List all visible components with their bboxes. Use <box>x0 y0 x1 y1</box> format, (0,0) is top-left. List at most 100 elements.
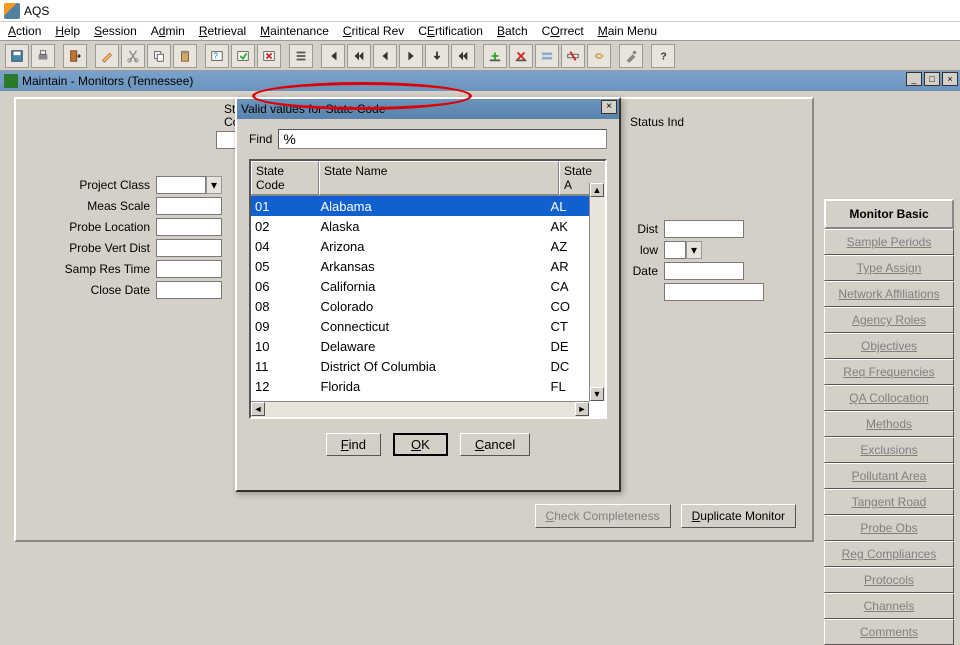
copy-icon[interactable] <box>147 44 171 68</box>
side-btn-objectives[interactable]: Objectives <box>824 333 954 359</box>
side-button-panel: Monitor Basic Sample PeriodsType AssignN… <box>824 199 954 645</box>
label-samp-res: Samp Res Time <box>16 262 156 276</box>
java-icon <box>4 3 20 19</box>
query-cancel-icon[interactable] <box>257 44 281 68</box>
mdi-close-button[interactable]: × <box>942 72 958 86</box>
check-completeness-button[interactable]: Check Completeness <box>535 504 671 528</box>
query-execute-icon[interactable] <box>231 44 255 68</box>
prev-record-icon[interactable] <box>373 44 397 68</box>
mdi-maximize-button[interactable]: □ <box>924 72 940 86</box>
scroll-down-icon[interactable]: ▼ <box>590 387 604 401</box>
menu-session[interactable]: Session <box>94 24 137 38</box>
vertical-scrollbar[interactable]: ▲ ▼ <box>589 183 605 401</box>
next-set-icon[interactable] <box>451 44 475 68</box>
samp-res-field[interactable] <box>156 260 222 278</box>
list-row[interactable]: 10DelawareDE <box>251 336 589 356</box>
menu-certification[interactable]: CErtification <box>418 24 483 38</box>
help-icon[interactable]: ? <box>651 44 675 68</box>
horizontal-scrollbar[interactable]: ◄ ► <box>251 401 589 417</box>
menu-maintenance[interactable]: Maintenance <box>260 24 329 38</box>
next-record-icon[interactable] <box>399 44 423 68</box>
side-btn-methods[interactable]: Methods <box>824 411 954 437</box>
clear-record-icon[interactable] <box>561 44 585 68</box>
meas-scale-field[interactable] <box>156 197 222 215</box>
menu-action[interactable]: Action <box>8 24 41 38</box>
side-btn-probe-obs[interactable]: Probe Obs <box>824 515 954 541</box>
query-enter-icon[interactable]: ? <box>205 44 229 68</box>
label-meas-scale: Meas Scale <box>16 199 156 213</box>
side-btn-sample-periods[interactable]: Sample Periods <box>824 229 954 255</box>
prev-set-icon[interactable] <box>347 44 371 68</box>
side-btn-tangent-road[interactable]: Tangent Road <box>824 489 954 515</box>
first-record-icon[interactable] <box>321 44 345 68</box>
cut-icon[interactable] <box>121 44 145 68</box>
menu-correct[interactable]: COrrect <box>542 24 584 38</box>
list-row[interactable]: 08ColoradoCO <box>251 296 589 316</box>
side-btn-channels[interactable]: Channels <box>824 593 954 619</box>
list-row[interactable]: 06CaliforniaCA <box>251 276 589 296</box>
scroll-right-icon[interactable]: ► <box>575 402 589 416</box>
save-icon[interactable] <box>5 44 29 68</box>
side-btn-agency-roles[interactable]: Agency Roles <box>824 307 954 333</box>
project-class-dropdown[interactable]: ▾ <box>206 176 222 194</box>
col-header-name[interactable]: State Name <box>319 161 559 195</box>
side-btn-protocols[interactable]: Protocols <box>824 567 954 593</box>
side-btn-qa-collocation[interactable]: QA Collocation <box>824 385 954 411</box>
col-header-code[interactable]: State Code <box>251 161 319 195</box>
print-icon[interactable] <box>31 44 55 68</box>
extra-field[interactable] <box>664 283 764 301</box>
menu-batch[interactable]: Batch <box>497 24 528 38</box>
label-probe-vert: Probe Vert Dist <box>16 241 156 255</box>
tools-icon[interactable] <box>619 44 643 68</box>
side-btn-comments[interactable]: Comments <box>824 619 954 645</box>
list-row[interactable]: 12FloridaFL <box>251 376 589 396</box>
exit-icon[interactable] <box>63 44 87 68</box>
lov-close-button[interactable]: × <box>601 100 617 114</box>
duplicate-record-icon[interactable] <box>535 44 559 68</box>
side-btn-reg-compliances[interactable]: Reg Compliances <box>824 541 954 567</box>
list-row[interactable]: 05ArkansasAR <box>251 256 589 276</box>
close-date-field[interactable] <box>156 281 222 299</box>
probe-location-field[interactable] <box>156 218 222 236</box>
scroll-up-icon[interactable]: ▲ <box>590 183 604 197</box>
menu-critical-rev[interactable]: Critical Rev <box>343 24 404 38</box>
low-field[interactable] <box>664 241 686 259</box>
insert-record-icon[interactable] <box>483 44 507 68</box>
delete-record-icon[interactable] <box>509 44 533 68</box>
find-input[interactable] <box>278 129 607 149</box>
lov-list-body[interactable]: 01AlabamaAL02AlaskaAK04ArizonaAZ05Arkans… <box>251 196 589 414</box>
probe-vert-field[interactable] <box>156 239 222 257</box>
svg-text:?: ? <box>214 51 219 60</box>
duplicate-monitor-button[interactable]: Duplicate Monitor <box>681 504 796 528</box>
ok-button[interactable]: OK <box>393 433 448 456</box>
project-class-field[interactable] <box>156 176 206 194</box>
edit-icon[interactable] <box>95 44 119 68</box>
paste-icon[interactable] <box>173 44 197 68</box>
side-btn-req-frequencies[interactable]: Req Frequencies <box>824 359 954 385</box>
dist-field[interactable] <box>664 220 744 238</box>
lov-titlebar[interactable]: Valid values for State Code × <box>237 99 619 119</box>
menu-retrieval[interactable]: Retrieval <box>199 24 246 38</box>
side-btn-exclusions[interactable]: Exclusions <box>824 437 954 463</box>
list-row[interactable]: 04ArizonaAZ <box>251 236 589 256</box>
scroll-left-icon[interactable]: ◄ <box>251 402 265 416</box>
menu-help[interactable]: Help <box>55 24 80 38</box>
mdi-window-icon <box>4 74 18 88</box>
side-btn-type-assign[interactable]: Type Assign <box>824 255 954 281</box>
side-btn-network-affiliations[interactable]: Network Affiliations <box>824 281 954 307</box>
mdi-minimize-button[interactable]: _ <box>906 72 922 86</box>
down-icon[interactable] <box>425 44 449 68</box>
menu-main[interactable]: Main Menu <box>598 24 657 38</box>
list-row[interactable]: 01AlabamaAL <box>251 196 589 216</box>
side-btn-pollutant-area[interactable]: Pollutant Area <box>824 463 954 489</box>
cancel-button[interactable]: Cancel <box>460 433 530 456</box>
list-icon[interactable] <box>289 44 313 68</box>
list-row[interactable]: 11District Of ColumbiaDC <box>251 356 589 376</box>
menu-admin[interactable]: Admin <box>151 24 185 38</box>
low-dropdown[interactable]: ▾ <box>686 241 702 259</box>
list-row[interactable]: 09ConnecticutCT <box>251 316 589 336</box>
date-field[interactable] <box>664 262 744 280</box>
find-button[interactable]: Find <box>326 433 381 456</box>
list-row[interactable]: 02AlaskaAK <box>251 216 589 236</box>
undo-icon[interactable] <box>587 44 611 68</box>
